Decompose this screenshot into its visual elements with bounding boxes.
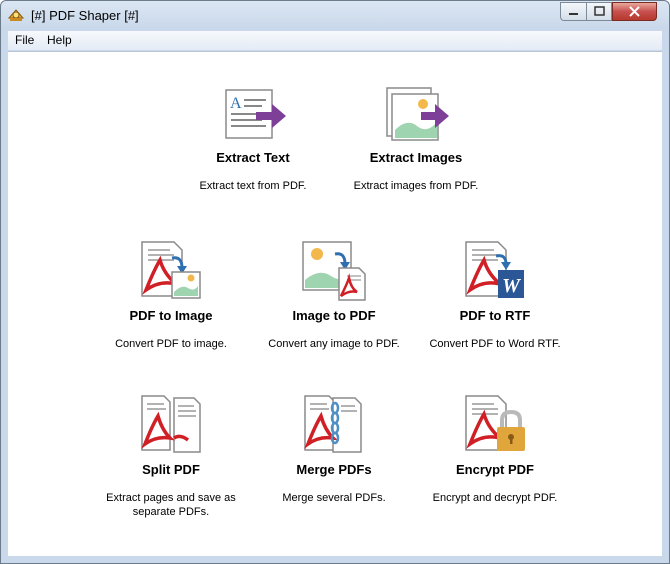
app-icon: [7, 9, 25, 21]
merge-pdfs-title: Merge PDFs: [296, 462, 372, 477]
extract-text-title: Extract Text: [216, 150, 290, 165]
tools-panel: A Extract Text Extract text from PDF. Ex…: [8, 51, 662, 556]
pdf-to-rtf-icon: W: [465, 241, 524, 298]
split-pdf-title: Split PDF: [142, 462, 200, 477]
encrypt-pdf-tool[interactable]: Encrypt PDF Encrypt and decrypt PDF.: [410, 394, 580, 505]
pdf-to-rtf-tool[interactable]: W PDF to RTF Convert PDF to Word RTF.: [410, 240, 580, 351]
extract-text-tool[interactable]: A Extract Text Extract text from PDF.: [168, 86, 338, 193]
minimize-button[interactable]: [560, 2, 587, 21]
extract-images-desc: Extract images from PDF.: [353, 180, 479, 192]
minimize-icon: [569, 13, 578, 15]
image-to-pdf-icon: [302, 241, 366, 301]
pdf-to-image-desc: Convert PDF to image.: [115, 338, 227, 350]
window-title: [#] PDF Shaper [#]: [31, 8, 139, 23]
title-bar[interactable]: [#] PDF Shaper [#]: [1, 1, 669, 31]
close-icon: [629, 6, 640, 17]
maximize-icon: [594, 6, 605, 16]
pdf-to-image-title: PDF to Image: [129, 308, 213, 323]
split-pdf-desc: Extract pages and save as separate PDFs.: [106, 492, 236, 518]
svg-text:A: A: [230, 95, 242, 112]
encrypt-pdf-title: Encrypt PDF: [455, 462, 534, 477]
merge-pdfs-tool[interactable]: Merge PDFs Merge several PDFs.: [249, 394, 419, 505]
menu-help[interactable]: Help: [47, 33, 72, 47]
close-button[interactable]: [612, 2, 657, 21]
menu-bar: File Help: [8, 31, 662, 50]
merge-pdfs-desc: Merge several PDFs.: [282, 492, 386, 504]
encrypt-pdf-icon: [465, 395, 525, 451]
extract-images-tool[interactable]: Extract Images Extract images from PDF.: [331, 86, 501, 193]
extract-text-desc: Extract text from PDF.: [199, 180, 307, 192]
app-window: [#] PDF Shaper [#] File Help A Extract T…: [0, 0, 670, 564]
pdf-to-rtf-desc: Convert PDF to Word RTF.: [429, 338, 561, 350]
pdf-to-rtf-title: PDF to RTF: [459, 308, 531, 323]
extract-images-title: Extract Images: [369, 150, 463, 165]
encrypt-pdf-desc: Encrypt and decrypt PDF.: [432, 492, 558, 504]
image-to-pdf-tool[interactable]: Image to PDF Convert any image to PDF.: [249, 240, 419, 351]
pdf-to-image-tool[interactable]: PDF to Image Convert PDF to image.: [86, 240, 256, 351]
merge-pdfs-icon: [304, 395, 362, 453]
extract-text-icon: A: [225, 89, 286, 139]
svg-text:W: W: [502, 275, 521, 297]
extract-images-icon: [386, 87, 449, 141]
split-pdf-icon: [141, 395, 201, 453]
split-pdf-tool[interactable]: Split PDF Extract pages and save as sepa…: [86, 394, 256, 519]
maximize-button[interactable]: [586, 2, 612, 21]
pdf-to-image-icon: [141, 241, 201, 299]
image-to-pdf-desc: Convert any image to PDF.: [268, 338, 400, 350]
image-to-pdf-title: Image to PDF: [292, 308, 376, 323]
menu-file[interactable]: File: [15, 33, 34, 47]
